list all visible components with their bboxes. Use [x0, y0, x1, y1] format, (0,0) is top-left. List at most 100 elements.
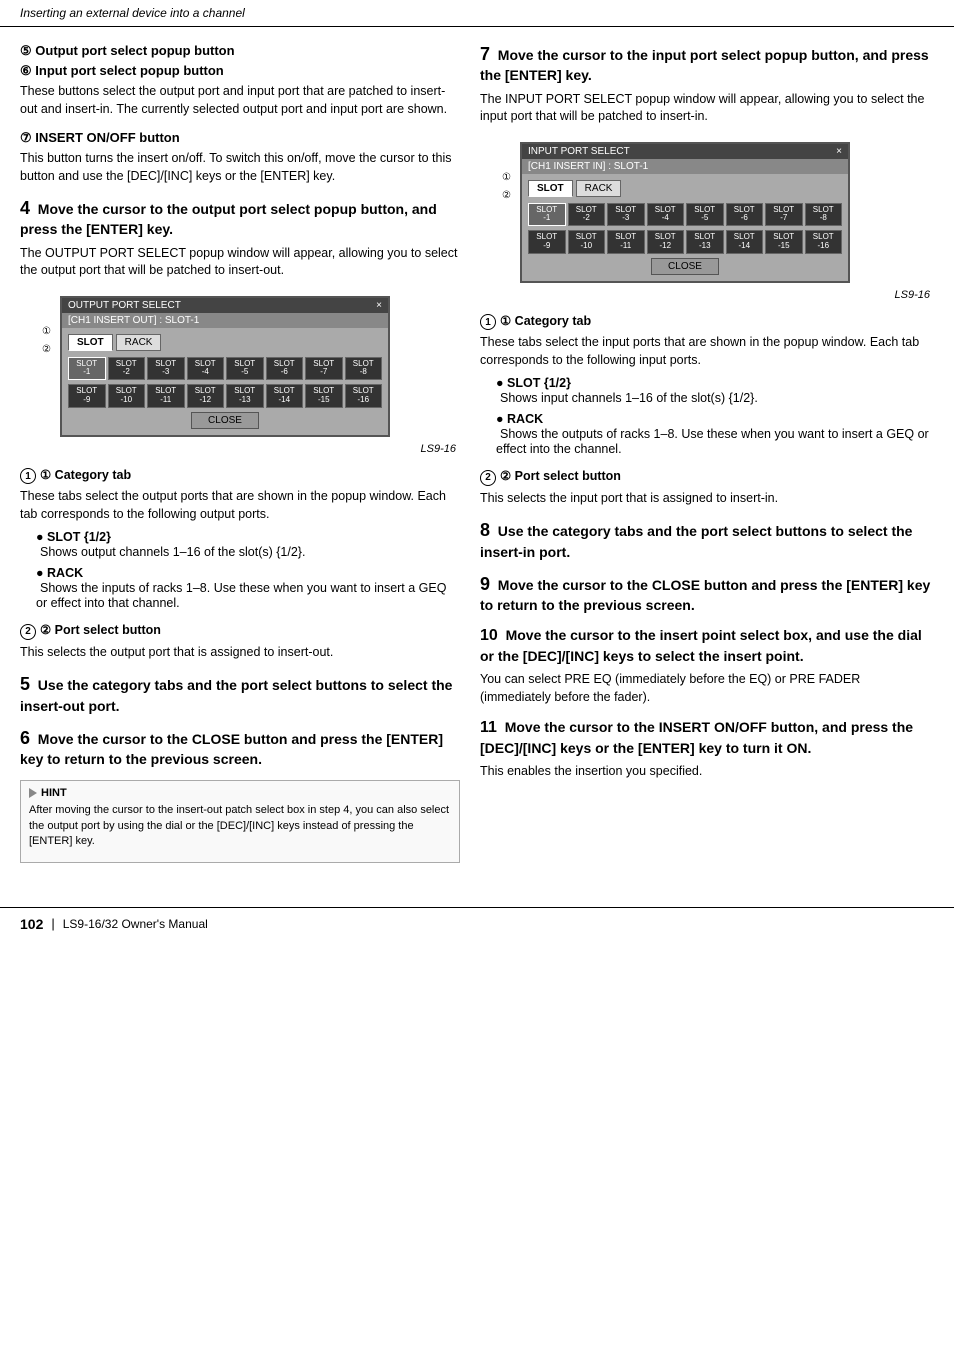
slot-cell[interactable]: SLOT-12	[187, 384, 225, 408]
slot-cell[interactable]: SLOT-8	[805, 203, 843, 227]
step-7: 7 Move the cursor to the input port sele…	[480, 43, 934, 301]
output-tab-slot[interactable]: SLOT	[68, 334, 113, 351]
step-7-desc: The INPUT PORT SELECT popup window will …	[480, 91, 934, 126]
slot-cell[interactable]: SLOT-7	[305, 357, 343, 381]
step-10-desc: You can select PRE EQ (immediately befor…	[480, 671, 934, 706]
heading-5: ⑤ Output port select popup button	[20, 43, 460, 59]
slot-cell[interactable]: SLOT-6	[266, 357, 304, 381]
slot-cell[interactable]: SLOT-7	[765, 203, 803, 227]
output-close-btn[interactable]: CLOSE	[191, 412, 259, 429]
step-4-header: 4 Move the cursor to the output port sel…	[20, 197, 460, 239]
slot-cell[interactable]: SLOT-16	[805, 230, 843, 254]
step-7-header: 7 Move the cursor to the input port sele…	[480, 43, 934, 85]
hint-text: After moving the cursor to the insert-ou…	[29, 803, 451, 849]
slot-cell[interactable]: SLOT-3	[147, 357, 185, 381]
rack-bullet-left: ● RACK Shows the inputs of racks 1–8. Us…	[36, 565, 460, 610]
step-11-desc: This enables the insertion you specified…	[480, 763, 934, 781]
output-popup-subtitle: [CH1 INSERT OUT] : SLOT-1	[62, 313, 388, 328]
slot-cell[interactable]: SLOT-8	[345, 357, 383, 381]
output-popup-label: LS9-16	[20, 443, 456, 455]
output-popup-body: SLOT RACK SLOT-1 SLOT-2 SLOT-3 SLOT-4 SL…	[62, 328, 388, 435]
port-select-text-right: This selects the input port that is assi…	[480, 490, 934, 508]
page-number: 102	[20, 916, 43, 932]
step-4-number: 4	[20, 198, 30, 218]
category-tab-left: 1① Category tab These tabs select the ou…	[20, 467, 460, 611]
annotation-2-output: ②	[42, 344, 51, 355]
slot-cell[interactable]: SLOT-1	[68, 357, 106, 381]
slot-bullet-left: ● SLOT {1/2} Shows output channels 1–16 …	[36, 529, 460, 559]
port-select-text-left: This selects the output port that is ass…	[20, 644, 460, 662]
output-tab-rack[interactable]: RACK	[116, 334, 162, 351]
slot-cell[interactable]: SLOT-3	[607, 203, 645, 227]
category-tab-right: 1① Category tab These tabs select the in…	[480, 313, 934, 457]
step-8-number: 8	[480, 520, 490, 540]
rack-bullet-right: ● RACK Shows the outputs of racks 1–8. U…	[496, 411, 934, 456]
input-popup-subtitle: [CH1 INSERT IN] : SLOT-1	[522, 159, 848, 174]
hint-box: HINT After moving the cursor to the inse…	[20, 780, 460, 862]
slot-cell[interactable]: SLOT-14	[726, 230, 764, 254]
step-11-header: 11 Move the cursor to the INSERT ON/OFF …	[480, 718, 934, 757]
step-6-heading: Move the cursor to the CLOSE button and …	[20, 731, 443, 767]
output-tab-row: SLOT RACK	[68, 334, 382, 351]
slot-cell[interactable]: SLOT-13	[686, 230, 724, 254]
step-9-heading: Move the cursor to the CLOSE button and …	[480, 577, 930, 613]
port-select-left: 2② Port select button This selects the o…	[20, 622, 460, 661]
step-5-heading: Use the category tabs and the port selec…	[20, 677, 452, 713]
slot-cell[interactable]: SLOT-10	[568, 230, 606, 254]
step-7-number: 7	[480, 44, 490, 64]
output-slot-grid-row1: SLOT-1 SLOT-2 SLOT-3 SLOT-4 SLOT-5 SLOT-…	[68, 357, 382, 381]
step-9: 9 Move the cursor to the CLOSE button an…	[480, 573, 934, 615]
slot-cell[interactable]: SLOT-11	[147, 384, 185, 408]
step-10: 10 Move the cursor to the insert point s…	[480, 626, 934, 706]
slot-cell[interactable]: SLOT-12	[647, 230, 685, 254]
input-close-row: CLOSE	[528, 258, 842, 275]
hint-label: HINT	[29, 787, 451, 799]
step-6-number: 6	[20, 728, 30, 748]
category-tab-heading-right: 1① Category tab	[480, 313, 934, 331]
slot-cell[interactable]: SLOT-5	[226, 357, 264, 381]
slot-cell[interactable]: SLOT-2	[568, 203, 606, 227]
step-6-header: 6 Move the cursor to the CLOSE button an…	[20, 727, 460, 769]
slot-cell[interactable]: SLOT-4	[647, 203, 685, 227]
category-tab-desc-left: These tabs select the output ports that …	[20, 488, 460, 523]
heading-6: ⑥ Input port select popup button	[20, 63, 460, 79]
annotation-2-input: ②	[502, 190, 511, 201]
port-select-heading-right: 2② Port select button	[480, 468, 934, 486]
slot-cell[interactable]: SLOT-13	[226, 384, 264, 408]
slot-cell[interactable]: SLOT-6	[726, 203, 764, 227]
output-close-row: CLOSE	[68, 412, 382, 429]
step-10-header: 10 Move the cursor to the insert point s…	[480, 626, 934, 665]
slot-cell[interactable]: SLOT-4	[187, 357, 225, 381]
slot-cell[interactable]: SLOT-5	[686, 203, 724, 227]
input-tab-slot[interactable]: SLOT	[528, 180, 573, 197]
step-7-heading: Move the cursor to the input port select…	[480, 47, 929, 83]
slot-cell[interactable]: SLOT-15	[765, 230, 803, 254]
step-6: 6 Move the cursor to the CLOSE button an…	[20, 727, 460, 769]
annotation-1-input: ①	[502, 172, 511, 183]
slot-cell[interactable]: SLOT-2	[108, 357, 146, 381]
input-slot-grid-row1: SLOT-1 SLOT-2 SLOT-3 SLOT-4 SLOT-5 SLOT-…	[528, 203, 842, 227]
slot-cell[interactable]: SLOT-14	[266, 384, 304, 408]
step-8-header: 8 Use the category tabs and the port sel…	[480, 519, 934, 561]
slot-cell[interactable]: SLOT-11	[607, 230, 645, 254]
section-5-6-desc: These buttons select the output port and…	[20, 83, 460, 118]
slot-cell[interactable]: SLOT-10	[108, 384, 146, 408]
slot-cell[interactable]: SLOT-1	[528, 203, 566, 227]
category-tab-desc-right: These tabs select the input ports that a…	[480, 334, 934, 369]
hint-arrow-icon	[29, 788, 37, 798]
slot-bullet-right: ● SLOT {1/2} Shows input channels 1–16 o…	[496, 375, 934, 405]
input-close-btn[interactable]: CLOSE	[651, 258, 719, 275]
step-9-header: 9 Move the cursor to the CLOSE button an…	[480, 573, 934, 615]
output-popup: OUTPUT PORT SELECT × [CH1 INSERT OUT] : …	[60, 296, 390, 437]
output-slot-grid-row2: SLOT-9 SLOT-10 SLOT-11 SLOT-12 SLOT-13 S…	[68, 384, 382, 408]
footer-separator: |	[51, 916, 54, 931]
slot-cell[interactable]: SLOT-15	[305, 384, 343, 408]
slot-cell[interactable]: SLOT-9	[528, 230, 566, 254]
input-slot-grid-row2: SLOT-9 SLOT-10 SLOT-11 SLOT-12 SLOT-13 S…	[528, 230, 842, 254]
slot-cell[interactable]: SLOT-9	[68, 384, 106, 408]
slot-cell[interactable]: SLOT-16	[345, 384, 383, 408]
step-11-number: 11	[480, 719, 497, 736]
port-select-heading-left: 2② Port select button	[20, 622, 460, 640]
section-7: ⑦ INSERT ON/OFF button This button turns…	[20, 130, 460, 185]
input-tab-rack[interactable]: RACK	[576, 180, 622, 197]
